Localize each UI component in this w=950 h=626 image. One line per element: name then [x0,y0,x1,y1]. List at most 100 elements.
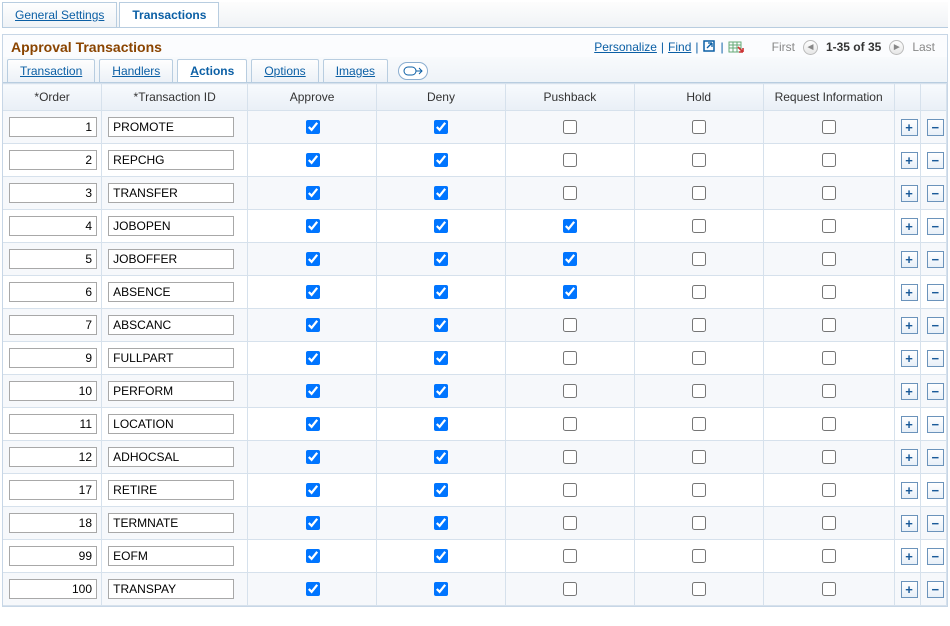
order-input[interactable] [9,447,97,467]
add-row-button[interactable]: + [901,119,918,136]
deny-checkbox[interactable] [434,384,448,398]
transaction-id-input[interactable] [108,447,234,467]
add-row-button[interactable]: + [901,449,918,466]
pushback-checkbox[interactable] [563,516,577,530]
inner-tab-transaction[interactable]: Transaction [7,59,95,82]
delete-row-button[interactable]: − [927,482,944,499]
approve-checkbox[interactable] [306,318,320,332]
reqinfo-checkbox[interactable] [822,417,836,431]
order-input[interactable] [9,480,97,500]
top-tab-transactions[interactable]: Transactions [119,2,219,27]
hold-checkbox[interactable] [692,318,706,332]
approve-checkbox[interactable] [306,384,320,398]
hold-checkbox[interactable] [692,219,706,233]
approve-checkbox[interactable] [306,120,320,134]
transaction-id-input[interactable] [108,480,234,500]
pushback-checkbox[interactable] [563,351,577,365]
approve-checkbox[interactable] [306,549,320,563]
deny-checkbox[interactable] [434,483,448,497]
col-header-request-information[interactable]: Request Information [763,84,894,111]
hold-checkbox[interactable] [692,549,706,563]
approve-checkbox[interactable] [306,153,320,167]
add-row-button[interactable]: + [901,383,918,400]
transaction-id-input[interactable] [108,183,234,203]
transaction-id-input[interactable] [108,381,234,401]
reqinfo-checkbox[interactable] [822,285,836,299]
order-input[interactable] [9,150,97,170]
pushback-checkbox[interactable] [563,153,577,167]
pushback-checkbox[interactable] [563,549,577,563]
approve-checkbox[interactable] [306,417,320,431]
deny-checkbox[interactable] [434,582,448,596]
reqinfo-checkbox[interactable] [822,219,836,233]
hold-checkbox[interactable] [692,582,706,596]
add-row-button[interactable]: + [901,515,918,532]
approve-checkbox[interactable] [306,285,320,299]
reqinfo-checkbox[interactable] [822,516,836,530]
add-row-button[interactable]: + [901,152,918,169]
order-input[interactable] [9,348,97,368]
col-header-deny[interactable]: Deny [377,84,506,111]
transaction-id-input[interactable] [108,249,234,269]
top-tab-general-settings[interactable]: General Settings [2,2,117,27]
deny-checkbox[interactable] [434,219,448,233]
deny-checkbox[interactable] [434,252,448,266]
download-icon[interactable] [728,40,744,54]
add-row-button[interactable]: + [901,284,918,301]
delete-row-button[interactable]: − [927,515,944,532]
reqinfo-checkbox[interactable] [822,384,836,398]
delete-row-button[interactable]: − [927,548,944,565]
next-page-button[interactable]: ► [889,40,904,55]
hold-checkbox[interactable] [692,285,706,299]
delete-row-button[interactable]: − [927,152,944,169]
approve-checkbox[interactable] [306,351,320,365]
add-row-button[interactable]: + [901,218,918,235]
deny-checkbox[interactable] [434,417,448,431]
approve-checkbox[interactable] [306,252,320,266]
zoom-icon[interactable] [703,40,717,54]
hold-checkbox[interactable] [692,483,706,497]
transaction-id-input[interactable] [108,117,234,137]
deny-checkbox[interactable] [434,120,448,134]
reqinfo-checkbox[interactable] [822,318,836,332]
delete-row-button[interactable]: − [927,119,944,136]
pushback-checkbox[interactable] [563,186,577,200]
delete-row-button[interactable]: − [927,284,944,301]
show-all-columns-icon[interactable] [398,62,428,80]
delete-row-button[interactable]: − [927,251,944,268]
order-input[interactable] [9,183,97,203]
order-input[interactable] [9,546,97,566]
deny-checkbox[interactable] [434,516,448,530]
deny-checkbox[interactable] [434,186,448,200]
pushback-checkbox[interactable] [563,450,577,464]
reqinfo-checkbox[interactable] [822,549,836,563]
transaction-id-input[interactable] [108,150,234,170]
order-input[interactable] [9,381,97,401]
col-header-approve[interactable]: Approve [248,84,377,111]
reqinfo-checkbox[interactable] [822,120,836,134]
inner-tab-options[interactable]: Options [251,59,318,82]
order-input[interactable] [9,513,97,533]
deny-checkbox[interactable] [434,450,448,464]
approve-checkbox[interactable] [306,219,320,233]
col-header-transaction-id[interactable]: *Transaction ID [102,84,248,111]
pushback-checkbox[interactable] [563,285,577,299]
hold-checkbox[interactable] [692,384,706,398]
hold-checkbox[interactable] [692,153,706,167]
deny-checkbox[interactable] [434,285,448,299]
order-input[interactable] [9,579,97,599]
pushback-checkbox[interactable] [563,318,577,332]
col-header-hold[interactable]: Hold [634,84,763,111]
pushback-checkbox[interactable] [563,219,577,233]
reqinfo-checkbox[interactable] [822,351,836,365]
transaction-id-input[interactable] [108,348,234,368]
hold-checkbox[interactable] [692,120,706,134]
delete-row-button[interactable]: − [927,416,944,433]
delete-row-button[interactable]: − [927,218,944,235]
approve-checkbox[interactable] [306,483,320,497]
inner-tab-actions[interactable]: Actions [177,59,247,82]
prev-page-button[interactable]: ◄ [803,40,818,55]
transaction-id-input[interactable] [108,315,234,335]
personalize-link[interactable]: Personalize [594,40,657,54]
pushback-checkbox[interactable] [563,120,577,134]
